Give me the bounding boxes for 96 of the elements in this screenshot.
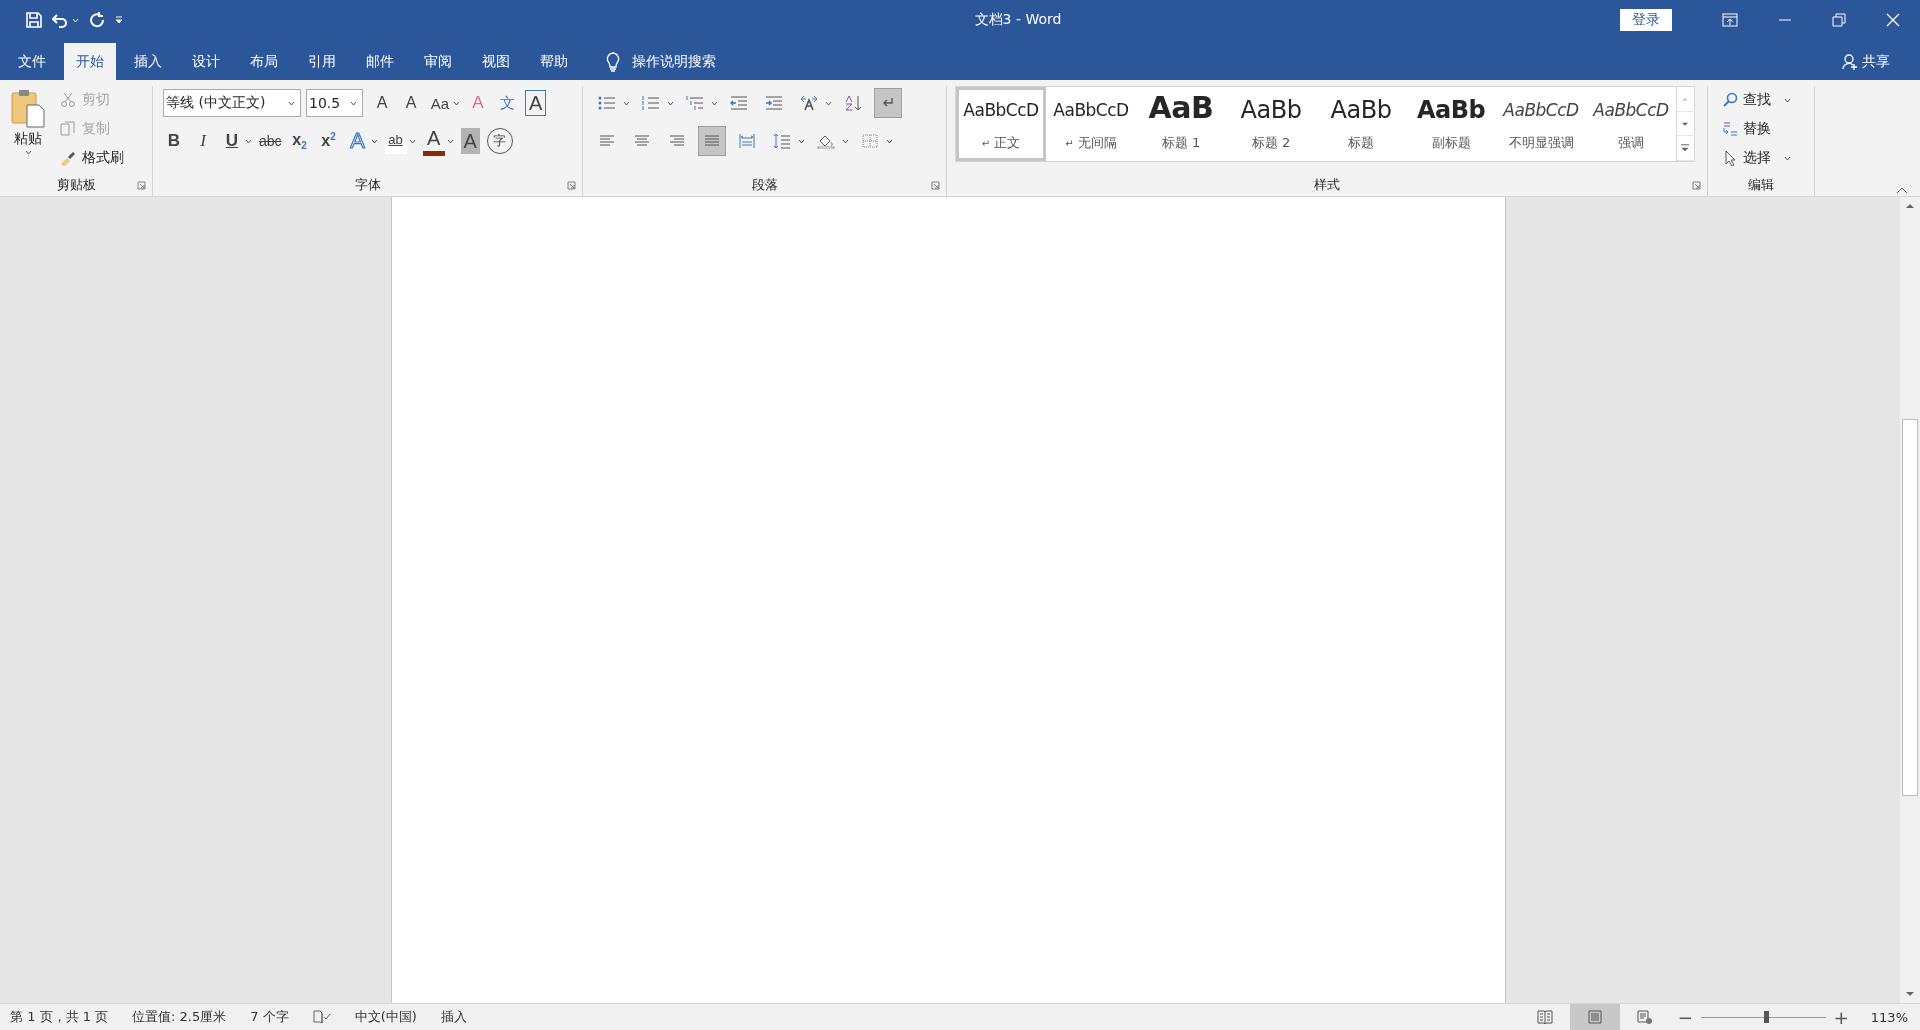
ribbon-button[interactable]: 查找 — [1722, 86, 1791, 114]
paintbrush-icon — [60, 149, 76, 166]
ribbon-tab[interactable]: 审阅 — [412, 43, 464, 80]
status-text[interactable]: 位置值: 2.5厘米 — [132, 1008, 227, 1026]
ribbon-tab[interactable]: 帮助 — [528, 43, 580, 80]
shrink-font-button[interactable]: A — [400, 90, 422, 116]
window-title: 文档3 - Word — [973, 11, 1063, 29]
caret-icon — [842, 138, 849, 144]
caret-icon — [1784, 97, 1791, 103]
zoom-out-button[interactable]: − — [1669, 1006, 1701, 1028]
style-option[interactable]: AaBb 副标题 — [1406, 87, 1496, 161]
italic-button[interactable]: I — [192, 128, 214, 154]
style-option[interactable]: AaBb 标题 — [1316, 87, 1406, 161]
lightbulb-icon — [606, 51, 620, 72]
ribbon-tab[interactable]: 视图 — [470, 43, 522, 80]
font-color-button[interactable]: A — [422, 126, 445, 156]
group-label: 样式 — [1314, 176, 1340, 194]
replace-icon — [1722, 121, 1738, 137]
paste-button[interactable]: 粘贴 — [6, 86, 50, 174]
zoom-level[interactable]: 113% — [1856, 1009, 1920, 1025]
ribbon-button[interactable]: 格式刷 — [56, 144, 128, 171]
scissors-icon — [60, 91, 76, 108]
script-button[interactable]: x$_{2}$ — [288, 128, 311, 154]
style-option[interactable]: AaBb 标题 2 — [1226, 87, 1316, 161]
share-button[interactable]: 共享 — [1842, 43, 1920, 80]
dialog-launcher-icon[interactable] — [137, 181, 146, 190]
character-shading-button[interactable]: A — [460, 128, 480, 154]
character-border-button[interactable]: A — [525, 90, 547, 116]
web-page-icon — [1635, 1009, 1654, 1025]
ribbon-button[interactable]: 选择 — [1722, 144, 1791, 172]
login-button[interactable]: 登录 — [1620, 9, 1672, 31]
book-icon — [1535, 1009, 1554, 1025]
status-text[interactable]: 中文(中国) — [354, 1008, 417, 1026]
caret-icon — [72, 17, 79, 23]
caret-icon — [711, 100, 718, 106]
caret-icon — [24, 150, 32, 155]
underline-button[interactable]: U — [221, 128, 243, 154]
slider-thumb[interactable] — [1763, 1011, 1769, 1023]
font-name-field[interactable]: 等线 (中文正文) — [163, 89, 301, 117]
search-field[interactable]: 操作说明搜索 — [632, 52, 716, 71]
ribbon-tab[interactable]: 文件 — [6, 43, 58, 80]
dialog-launcher-icon[interactable] — [567, 181, 576, 190]
group-label: 字体 — [354, 176, 381, 194]
clipboard-icon — [10, 88, 46, 128]
strikethrough-button[interactable]: abc — [259, 128, 282, 154]
caret-icon — [623, 100, 630, 106]
caret-icon — [1784, 155, 1791, 161]
redo-icon[interactable] — [89, 12, 105, 28]
caret-icon — [350, 100, 357, 106]
caret-icon — [667, 100, 674, 106]
style-option[interactable]: AaBbCcD 强调 — [1586, 87, 1676, 161]
show-marks-icon[interactable] — [874, 88, 902, 118]
ribbon-tab[interactable]: 邮件 — [354, 43, 406, 80]
search-icon — [1722, 92, 1738, 108]
dialog-launcher-icon[interactable] — [931, 181, 940, 190]
undo-icon[interactable] — [52, 12, 68, 28]
page-icon — [1585, 1009, 1604, 1025]
justify-icon[interactable] — [698, 126, 726, 156]
style-option[interactable]: AaBbCcD 不明显强调 — [1496, 87, 1586, 161]
ribbon-button[interactable]: 替换 — [1722, 115, 1791, 143]
phonetic-guide-button[interactable]: 文 — [496, 90, 518, 116]
grow-font-button[interactable]: A — [371, 90, 393, 116]
caret-icon — [886, 138, 893, 144]
ribbon-tab[interactable]: 引用 — [296, 43, 348, 80]
group-label: 剪贴板 — [56, 176, 96, 194]
group-label: 编辑 — [1748, 176, 1774, 194]
status-text[interactable]: 第 1 页，共 1 页 — [10, 1008, 109, 1026]
book-check-icon[interactable] — [312, 1010, 331, 1024]
change-case-button[interactable]: Aa — [429, 90, 451, 116]
status-text[interactable]: 插入 — [440, 1008, 467, 1026]
caret-icon — [798, 138, 805, 144]
font-size-field[interactable]: 10.5 — [306, 89, 363, 117]
view-button[interactable] — [1569, 1004, 1620, 1030]
dialog-launcher-icon[interactable] — [1692, 181, 1701, 190]
ribbon-tab[interactable]: 布局 — [238, 43, 290, 80]
style-option[interactable]: AaBbCcD ↵ 正文 — [956, 87, 1046, 161]
style-option[interactable]: AaB 标题 1 — [1136, 87, 1226, 161]
customize-icon[interactable] — [115, 16, 123, 24]
bold-button[interactable]: B — [163, 128, 185, 154]
zoom-in-button[interactable]: + — [1825, 1006, 1857, 1028]
caret-icon — [288, 100, 295, 106]
collapse-ribbon-icon[interactable] — [1896, 186, 1908, 194]
save-icon[interactable] — [26, 12, 42, 28]
style-option[interactable]: AaBbCcD ↵ 无间隔 — [1046, 87, 1136, 161]
ribbon-tab[interactable]: 开始 — [64, 43, 116, 80]
status-text[interactable]: 7 个字 — [250, 1008, 289, 1026]
copy-icon — [60, 120, 76, 137]
person-add-icon — [1842, 53, 1858, 70]
scrollbar[interactable] — [1900, 197, 1920, 1003]
cursor-icon — [1722, 150, 1738, 166]
ribbon-tab[interactable]: 插入 — [122, 43, 174, 80]
ribbon-tab[interactable]: 设计 — [180, 43, 232, 80]
caret-icon — [825, 100, 832, 106]
script-button[interactable]: x$^{2}$ — [317, 128, 340, 154]
highlight-button[interactable]: ab — [384, 128, 407, 154]
group-label: 段落 — [751, 176, 778, 194]
